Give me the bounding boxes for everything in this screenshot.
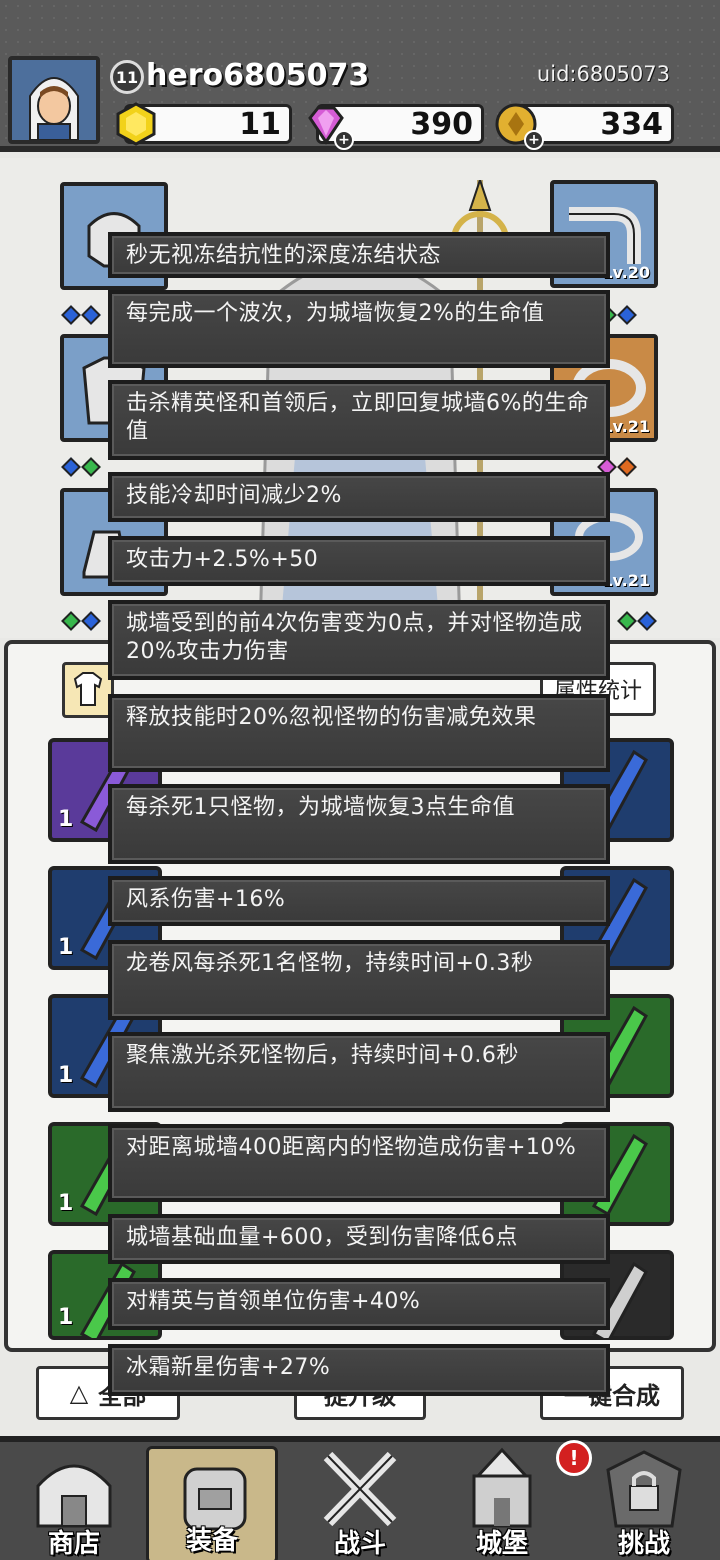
effect-line: 释放技能时20%忽视怪物的伤害减免效果 <box>108 694 610 772</box>
chevron-up-icon: △ <box>69 1379 89 1407</box>
socket-gem-green-icon <box>81 457 101 477</box>
gold-hexagon-icon <box>116 102 156 146</box>
add-coin-button[interactable]: + <box>524 130 544 150</box>
player-username: hero6805073 <box>146 58 370 93</box>
locked-challenge-icon <box>606 1450 682 1528</box>
effect-line: 每完成一个波次，为城墙恢复2%的生命值 <box>108 290 610 368</box>
nav-tab-challenge[interactable]: 挑战 <box>578 1446 710 1560</box>
castle-notification-badge: ! <box>556 1440 592 1476</box>
socket-gem-blue-icon <box>637 611 657 631</box>
coin-resource-value: 334 <box>600 106 663 142</box>
hero-portrait-icon <box>12 60 96 140</box>
effect-line: 击杀精英怪和首领后，立即回复城墙6%的生命值 <box>108 380 610 460</box>
socket-gem-green-icon <box>61 611 81 631</box>
socket-gem-blue-icon <box>61 305 81 325</box>
nav-label: 战斗 <box>333 1529 386 1559</box>
socket-gem-blue-icon <box>617 305 637 325</box>
gem-sockets <box>61 611 101 631</box>
gold-resource-value: 11 <box>239 106 281 142</box>
effect-line: 龙卷风每杀死1名怪物，持续时间+0.3秒 <box>108 940 610 1020</box>
item-count: 1 <box>58 807 74 832</box>
socket-gem-blue-icon <box>81 611 101 631</box>
swords-icon <box>323 1451 397 1527</box>
item-count: 1 <box>58 1191 74 1216</box>
shop-icon <box>36 1464 112 1528</box>
socket-gem-orange-icon <box>617 457 637 477</box>
nav-tab-battle[interactable]: 战斗 <box>294 1446 426 1560</box>
effect-line: 对精英与首领单位伤害+40% <box>108 1278 610 1330</box>
effect-line: 秒无视冻结抗性的深度冻结状态 <box>108 232 610 278</box>
player-header: 11 hero6805073 uid:6805073 11 390 + 334 … <box>0 0 720 152</box>
item-count: 1 <box>58 1063 74 1088</box>
outfit-filter-button[interactable] <box>62 662 114 718</box>
castle-icon <box>472 1447 532 1528</box>
nav-label: 装备 <box>185 1526 238 1556</box>
effect-line: 对距离城墙400距离内的怪物造成伤害+10% <box>108 1124 610 1202</box>
nav-label: 商店 <box>47 1529 100 1559</box>
nav-label: 城堡 <box>475 1529 528 1559</box>
nav-label: 挑战 <box>617 1529 670 1559</box>
effect-line: 技能冷却时间减少2% <box>108 472 610 522</box>
shirt-icon <box>73 672 103 706</box>
effect-line: 聚焦激光杀死怪物后，持续时间+0.6秒 <box>108 1032 610 1112</box>
gem-sockets <box>617 611 657 631</box>
effect-line: 攻击力+2.5%+50 <box>108 536 610 586</box>
item-count: 1 <box>58 935 74 960</box>
item-count: 1 <box>58 1305 74 1330</box>
player-uid: uid:6805073 <box>536 62 670 86</box>
gem-sockets <box>61 305 101 325</box>
nav-tab-castle[interactable]: 城堡 <box>436 1446 568 1560</box>
player-level-badge: 11 <box>110 60 144 94</box>
nav-tab-equipment[interactable]: 装备 <box>146 1446 278 1560</box>
effect-line: 每杀死1只怪物，为城墙恢复3点生命值 <box>108 784 610 864</box>
bottom-nav-bar: 商店 装备 战斗 城堡 挑战 <box>0 1436 720 1560</box>
effect-line: 城墙受到的前4次伤害变为0点，并对怪物造成20%攻击力伤害 <box>108 600 610 680</box>
add-gem-button[interactable]: + <box>334 130 354 150</box>
gem-resource-value: 390 <box>410 106 473 142</box>
socket-gem-blue-icon <box>81 305 101 325</box>
nav-tab-shop[interactable]: 商店 <box>8 1446 140 1560</box>
effect-line: 冰霜新星伤害+27% <box>108 1344 610 1396</box>
effect-line: 风系伤害+16% <box>108 876 610 926</box>
gem-sockets <box>61 457 101 477</box>
socket-gem-green-icon <box>617 611 637 631</box>
player-avatar[interactable] <box>8 56 100 144</box>
socket-gem-blue-icon <box>61 457 81 477</box>
effect-line: 城墙基础血量+600，受到伤害降低6点 <box>108 1214 610 1264</box>
